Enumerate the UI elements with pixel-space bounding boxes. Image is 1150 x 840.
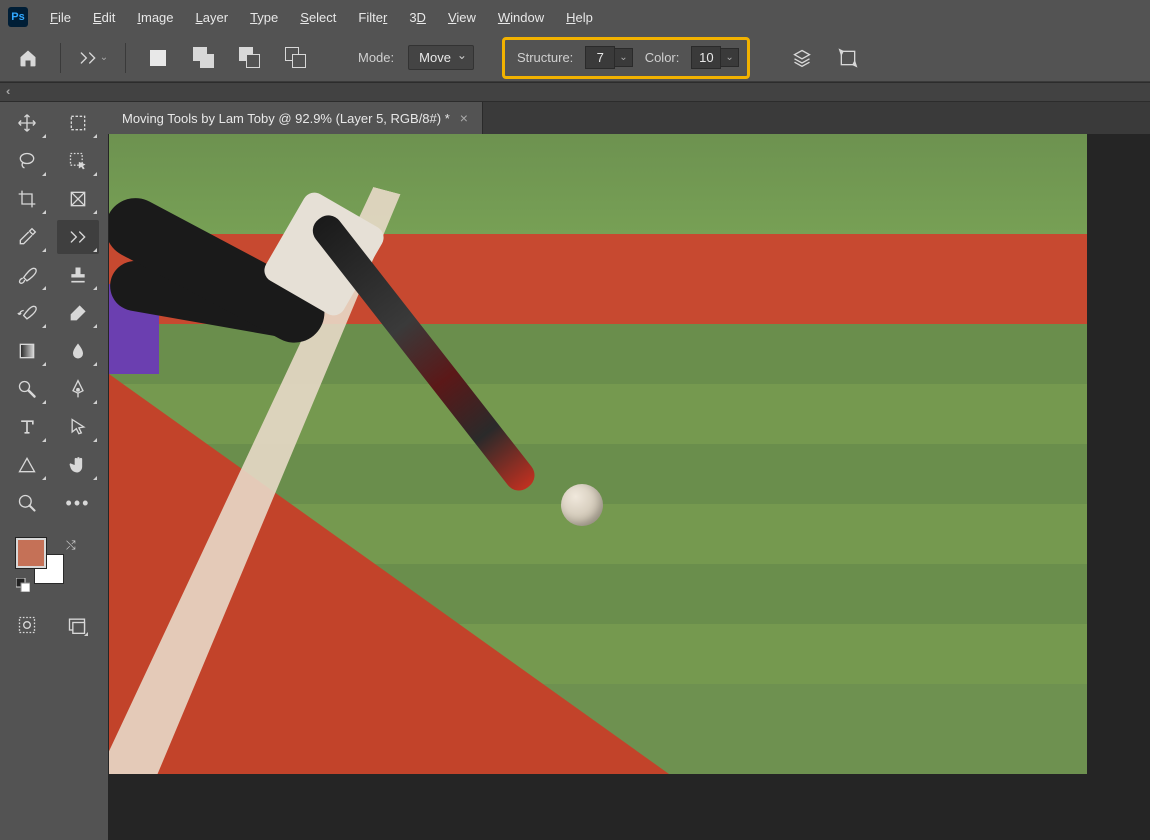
- document-tab-bar: Moving Tools by Lam Toby @ 92.9% (Layer …: [108, 102, 1150, 134]
- quick-mask-button[interactable]: [14, 612, 40, 638]
- menu-3d[interactable]: 3D: [399, 6, 436, 29]
- stamp-tool[interactable]: [57, 258, 99, 292]
- chevron-down-icon[interactable]: ⌄: [615, 48, 632, 67]
- content-aware-move-tool[interactable]: [57, 220, 99, 254]
- menu-type[interactable]: Type: [240, 6, 288, 29]
- screen-mode-button[interactable]: [64, 612, 90, 638]
- canvas-area[interactable]: [108, 134, 1150, 840]
- chevron-down-icon[interactable]: ⌄: [721, 48, 738, 67]
- separator: [125, 43, 126, 73]
- frame-tool[interactable]: [57, 182, 99, 216]
- sample-all-layers-button[interactable]: [784, 40, 820, 76]
- pen-tool[interactable]: [57, 372, 99, 406]
- path-select-tool[interactable]: [57, 410, 99, 444]
- close-icon[interactable]: ×: [460, 110, 468, 126]
- toolbox: ••• ⤭: [0, 102, 108, 840]
- move-tool[interactable]: [6, 106, 48, 140]
- separator: [60, 43, 61, 73]
- menu-edit[interactable]: Edit: [83, 6, 125, 29]
- highlighted-options: Structure: 7 ⌄ Color: 10 ⌄: [502, 37, 750, 79]
- menu-layer[interactable]: Layer: [186, 6, 239, 29]
- dodge-tool[interactable]: [6, 372, 48, 406]
- crop-tool[interactable]: [6, 182, 48, 216]
- menu-help[interactable]: Help: [556, 6, 603, 29]
- lasso-tool[interactable]: [6, 144, 48, 178]
- home-button[interactable]: [10, 40, 46, 76]
- brush-tool[interactable]: [6, 258, 48, 292]
- document-tab[interactable]: Moving Tools by Lam Toby @ 92.9% (Layer …: [108, 102, 483, 134]
- zoom-tool[interactable]: [6, 486, 48, 520]
- structure-input[interactable]: 7 ⌄: [585, 46, 632, 69]
- subtract-selection-button[interactable]: [232, 40, 268, 76]
- menu-bar: Ps File Edit Image Layer Type Select Fil…: [0, 0, 1150, 34]
- menu-image[interactable]: Image: [127, 6, 183, 29]
- add-selection-button[interactable]: [186, 40, 222, 76]
- menu-filter[interactable]: Filter: [348, 6, 397, 29]
- edit-toolbar-button[interactable]: •••: [57, 486, 99, 520]
- mode-select[interactable]: Move: [408, 45, 474, 70]
- shape-tool[interactable]: [6, 448, 48, 482]
- intersect-selection-button[interactable]: [278, 40, 314, 76]
- eraser-tool[interactable]: [57, 296, 99, 330]
- menu-window[interactable]: Window: [488, 6, 554, 29]
- default-colors-icon[interactable]: [16, 578, 30, 595]
- swap-colors-icon[interactable]: ⤭: [66, 538, 76, 553]
- gradient-tool[interactable]: [6, 334, 48, 368]
- type-tool[interactable]: [6, 410, 48, 444]
- new-selection-button[interactable]: [140, 40, 176, 76]
- canvas[interactable]: [109, 134, 1087, 774]
- history-brush-tool[interactable]: [6, 296, 48, 330]
- tool-preset-button[interactable]: ⌄: [75, 40, 111, 76]
- hand-tool[interactable]: [57, 448, 99, 482]
- transform-on-drop-button[interactable]: [830, 40, 866, 76]
- foreground-color-swatch[interactable]: [16, 538, 46, 568]
- menu-file[interactable]: File: [40, 6, 81, 29]
- menu-view[interactable]: View: [438, 6, 486, 29]
- color-label: Color:: [645, 50, 680, 65]
- mode-label: Mode:: [358, 50, 394, 65]
- work-area: Moving Tools by Lam Toby @ 92.9% (Layer …: [108, 102, 1150, 840]
- options-bar: ⌄ Mode: Move Structure: 7 ⌄ Color: 10 ⌄: [0, 34, 1150, 82]
- panel-collapse-bar[interactable]: ‹‹: [0, 82, 1150, 102]
- eyedropper-tool[interactable]: [6, 220, 48, 254]
- document-title: Moving Tools by Lam Toby @ 92.9% (Layer …: [122, 111, 450, 126]
- structure-label: Structure:: [517, 50, 573, 65]
- menu-select[interactable]: Select: [290, 6, 346, 29]
- marquee-tool[interactable]: [57, 106, 99, 140]
- color-swatches: ⤭: [16, 538, 102, 598]
- quick-select-tool[interactable]: [57, 144, 99, 178]
- color-input[interactable]: 10 ⌄: [691, 46, 738, 69]
- app-icon: Ps: [8, 7, 28, 27]
- smudge-tool[interactable]: [57, 334, 99, 368]
